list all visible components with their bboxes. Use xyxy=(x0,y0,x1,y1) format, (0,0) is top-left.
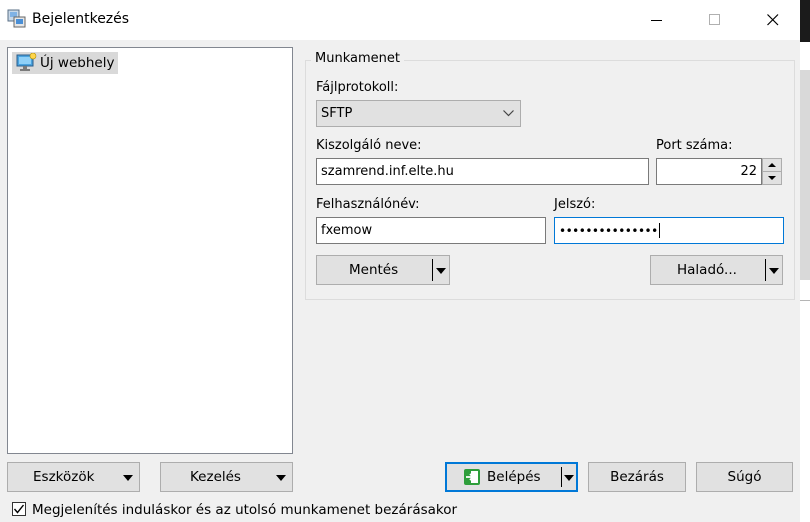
dropdown-arrow-icon[interactable] xyxy=(123,475,133,481)
port-label: Port száma: xyxy=(656,138,733,153)
close-window-button[interactable] xyxy=(750,0,796,40)
save-button[interactable]: Mentés xyxy=(316,255,450,285)
dropdown-arrow-icon[interactable] xyxy=(436,268,446,274)
spin-down-button[interactable] xyxy=(762,171,782,185)
protocol-select[interactable]: SFTP xyxy=(316,100,521,127)
password-value: ••••••••••••••• xyxy=(559,223,658,238)
maximize-button[interactable] xyxy=(692,0,738,40)
login-icon xyxy=(464,469,480,485)
save-button-label: Mentés xyxy=(349,262,399,278)
username-value: fxemow xyxy=(321,223,373,238)
arrow-up-icon xyxy=(768,163,776,167)
minimize-button[interactable] xyxy=(634,0,680,40)
spin-up-button[interactable] xyxy=(762,158,782,172)
help-button-label: Súgó xyxy=(727,469,762,485)
protocol-label: Fájlprotokoll: xyxy=(316,80,399,95)
password-input[interactable]: ••••••••••••••• xyxy=(554,217,784,244)
port-spinner[interactable] xyxy=(762,158,782,185)
background-window-edge xyxy=(800,0,810,522)
port-input[interactable]: 22 xyxy=(656,158,762,185)
dropdown-arrow-icon[interactable] xyxy=(276,475,286,481)
tools-button[interactable]: Eszközök xyxy=(7,462,140,492)
help-button[interactable]: Súgó xyxy=(696,462,793,492)
close-icon xyxy=(767,14,779,26)
manage-button[interactable]: Kezelés xyxy=(160,462,293,492)
chevron-down-icon xyxy=(503,110,514,117)
session-group-title: Munkamenet xyxy=(311,51,404,66)
maximize-icon xyxy=(709,14,720,25)
startup-checkbox[interactable] xyxy=(12,502,26,516)
manage-button-label: Kezelés xyxy=(190,469,241,485)
startup-checkbox-label[interactable]: Megjelenítés induláskor és az utolsó mun… xyxy=(32,502,457,518)
tree-item-label: Új webhely xyxy=(40,55,115,71)
login-button[interactable]: Belépés xyxy=(445,462,578,492)
tools-button-label: Eszközök xyxy=(33,469,95,485)
protocol-value: SFTP xyxy=(321,106,353,121)
text-cursor xyxy=(658,223,660,238)
password-label: Jelszó: xyxy=(554,197,596,212)
advanced-button[interactable]: Haladó... xyxy=(650,255,783,285)
host-label: Kiszolgáló neve: xyxy=(316,138,422,153)
close-button-label: Bezárás xyxy=(610,469,664,485)
computer-icon xyxy=(16,53,37,71)
site-tree[interactable]: Új webhely xyxy=(7,47,293,454)
username-label: Felhasználónév: xyxy=(316,197,420,212)
host-value: szamrend.inf.elte.hu xyxy=(321,164,454,179)
app-icon xyxy=(7,9,26,28)
dropdown-arrow-icon[interactable] xyxy=(564,475,574,481)
minimize-icon xyxy=(651,20,662,21)
advanced-button-label: Haladó... xyxy=(677,262,737,278)
dropdown-arrow-icon[interactable] xyxy=(769,268,779,274)
title-bar: Bejelentkezés xyxy=(0,0,800,40)
close-button[interactable]: Bezárás xyxy=(588,462,686,492)
username-input[interactable]: fxemow xyxy=(316,217,546,244)
login-button-label: Belépés xyxy=(487,469,541,485)
host-input[interactable]: szamrend.inf.elte.hu xyxy=(316,158,649,185)
port-value: 22 xyxy=(740,164,757,179)
arrow-down-icon xyxy=(768,176,776,180)
window-title: Bejelentkezés xyxy=(32,11,130,27)
tree-item-new-site[interactable]: Új webhely xyxy=(12,52,119,74)
checkmark-icon xyxy=(13,504,25,514)
